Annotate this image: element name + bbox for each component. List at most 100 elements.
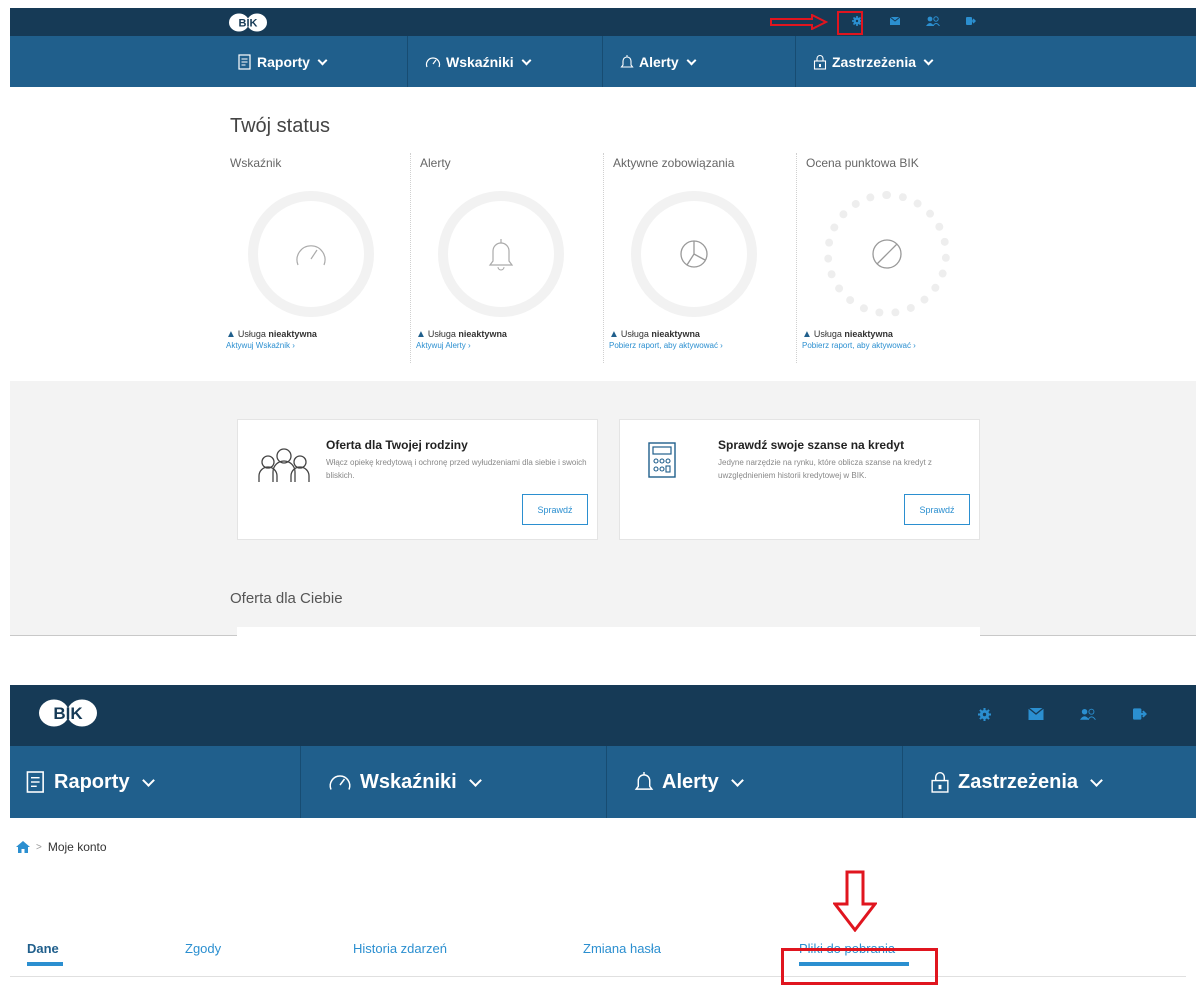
chevron-down-icon [730,774,744,787]
bik-logo[interactable]: BIK [38,699,98,727]
logo-text: BIK [239,18,258,30]
tabs-divider [10,976,1186,977]
status-circle [248,191,374,317]
nav-label: Wskaźniki [360,770,457,793]
card-description: Włącz opiekę kredytową i ochronę przed w… [326,458,587,480]
top-bar: BIK [10,8,1196,36]
breadcrumb-current: Moje konto [47,840,107,854]
gauge-icon [329,775,351,790]
status-widget-alerty: Alerty ▲ Usługa nieaktywna Aktywuj Alerty… [410,153,600,363]
bell-icon [488,239,514,271]
padlock-icon [931,772,949,793]
nav-divider [300,746,301,818]
status-widget-wskaznik: Wskaźnik ▲ Usługa nieaktywna Aktywuj Wska… [220,153,410,363]
home-icon[interactable] [16,841,30,853]
nav-zastrzezenia[interactable]: Zastrzeżenia [902,746,1103,818]
column-divider [603,153,604,363]
document-icon [238,53,251,70]
tab-dane[interactable]: Dane [27,941,59,956]
status-circle [824,191,950,317]
breadcrumb: > Moje konto [16,840,107,854]
tab-historia-zdarzen[interactable]: Historia zdarzeń [353,941,447,956]
offer-list-container [237,627,980,636]
status-label: Aktywne zobowiązania [613,156,735,170]
activate-link[interactable]: Aktywuj Alerty › [416,341,471,350]
downloads-highlight-box [781,948,938,985]
tab-zmiana-hasla[interactable]: Zmiana hasła [583,941,661,956]
chevron-down-icon [686,55,697,65]
nav-wskazniki[interactable]: Wskaźniki [407,36,532,87]
bell-icon [634,772,654,790]
nav-label: Wskaźniki [446,53,514,70]
offer-section-title: Oferta dla Ciebie [230,590,343,607]
nav-label: Raporty [54,770,130,793]
bik-logo[interactable]: BIK [228,13,268,32]
users-icon[interactable] [926,14,940,28]
activate-link[interactable]: Pobierz raport, aby aktywować › [609,341,723,350]
nav-raporty[interactable]: Raporty [238,36,328,87]
nav-alerty[interactable]: Alerty [606,746,744,818]
status-warning: ▲ Usługa nieaktywna [802,329,893,340]
chevron-down-icon [141,774,155,787]
status-warning: ▲ Usługa nieaktywna [609,329,700,340]
activate-link[interactable]: Pobierz raport, aby aktywować › [802,341,916,350]
status-title: Twój status [230,115,331,137]
family-icon [258,448,310,482]
nav-divider [407,36,408,87]
nav-divider [902,746,903,818]
gear-icon[interactable] [976,706,992,722]
family-offer-card: Oferta dla Twojej rodziny Włącz opiekę k… [237,419,598,540]
nav-label: Alerty [639,53,679,70]
check-button[interactable]: Sprawdź [904,494,970,525]
chevron-down-icon [521,55,532,65]
nav-alerty[interactable]: Alerty [602,36,697,87]
status-warning: ▲ Usługa nieaktywna [226,329,317,340]
chevron-down-icon [1090,774,1103,787]
column-divider [796,153,797,363]
active-tab-underline [27,962,63,966]
nav-label: Raporty [257,53,310,70]
logout-icon[interactable] [1132,706,1148,722]
status-label: Alerty [420,156,451,170]
tab-zgody[interactable]: Zgody [185,941,221,956]
main-nav: Raporty Wskaźniki Alerty Zastrzeżenia [10,36,1196,87]
credit-chance-card: Sprawdź swoje szanse na kredyt Jedyne na… [619,419,980,540]
status-circle [438,191,564,317]
document-icon [26,771,44,793]
logout-icon[interactable] [964,14,978,28]
status-widget-zobowiazania: Aktywne zobowiązania ▲ Usługa nieaktywna … [603,153,793,363]
warning-icon: ▲ [416,329,426,340]
padlock-icon [813,54,827,70]
nav-label: Alerty [662,770,719,793]
status-label: Wskaźnik [230,156,282,170]
gear-highlight-box [837,11,863,35]
down-arrow-annotation [833,870,877,932]
nav-wskazniki[interactable]: Wskaźniki [300,746,482,818]
breadcrumb-separator: > [36,841,42,853]
envelope-icon[interactable] [1028,706,1044,722]
offers-section [10,381,1196,636]
activate-link[interactable]: Aktywuj Wskaźnik › [226,341,295,350]
status-label: Ocena punktowa BIK [806,156,919,170]
check-button[interactable]: Sprawdź [522,494,588,525]
main-nav: Raporty Wskaźniki Alerty Zastrzeżenia [10,746,1196,818]
warning-icon: ▲ [802,329,812,340]
nav-divider [606,746,607,818]
nav-zastrzezenia[interactable]: Zastrzeżenia [795,36,934,87]
calculator-icon [648,442,676,478]
card-title: Oferta dla Twojej rodziny [326,438,468,452]
gauge-icon [425,56,441,67]
envelope-icon[interactable] [888,14,902,28]
chevron-down-icon [317,55,328,65]
bell-icon [620,54,634,68]
right-arrow-annotation [770,14,828,30]
account-tabs: Dane Zgody Historia zdarzeń Zmiana hasła… [10,880,1196,980]
chevron-down-icon [468,774,482,787]
top-bar: BIK [10,685,1196,746]
pie-chart-icon [680,240,708,268]
nav-raporty[interactable]: Raporty [26,746,155,818]
gauge-icon [296,245,326,266]
no-score-icon [872,239,902,269]
users-icon[interactable] [1080,706,1096,722]
card-description: Jedyne narzędzie na rynku, które oblicza… [718,458,932,480]
